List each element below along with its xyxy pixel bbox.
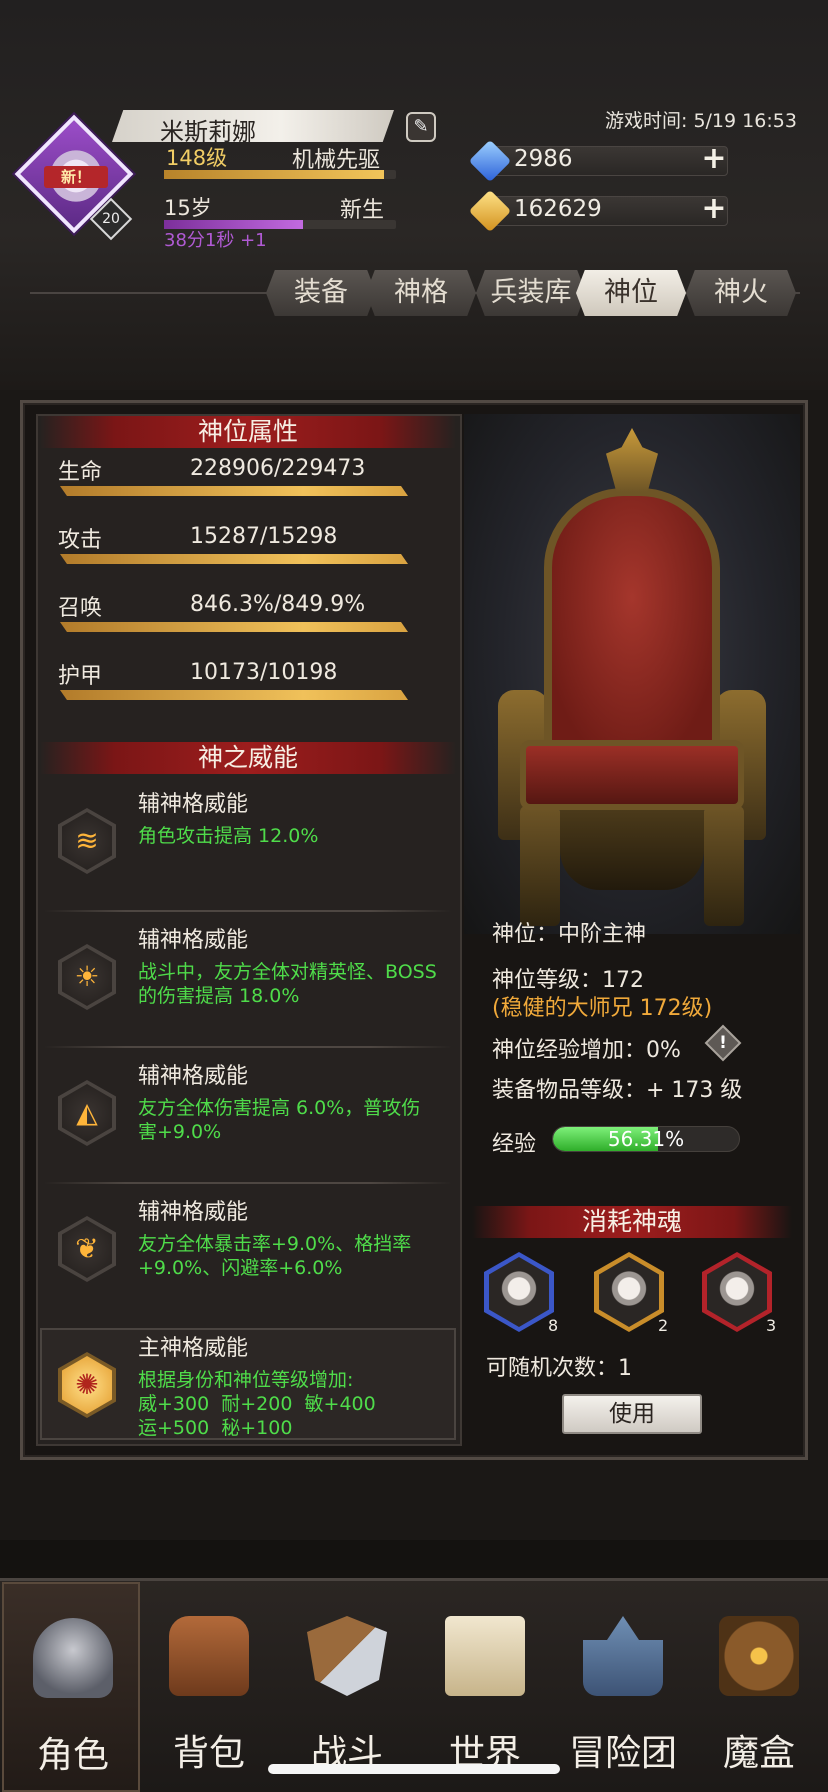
helmet-icon xyxy=(33,1618,113,1698)
main-power-line-2: 威+300 耐+200 敏+400 xyxy=(138,1393,376,1415)
stat-value-armor: 10173/10198 xyxy=(190,660,338,685)
add-gold-button[interactable]: + xyxy=(700,194,728,224)
nav-magic-box[interactable]: 魔盒 xyxy=(690,1582,828,1792)
edit-name-button[interactable]: ✎ xyxy=(406,112,436,142)
divine-rank: 神位：中阶主神 xyxy=(492,922,647,947)
power-1-title: 辅神格威能 xyxy=(138,792,249,817)
home-indicator[interactable] xyxy=(268,1764,560,1774)
stat-bar-hp xyxy=(60,486,408,496)
soul-flame-icon xyxy=(489,1257,549,1327)
soul-count-red: 3 xyxy=(766,1316,777,1335)
stat-bar-armor xyxy=(60,690,408,700)
flower-emblem-icon: ✺ xyxy=(62,1356,112,1414)
tab-divine-fire[interactable]: 神火 xyxy=(686,270,796,316)
add-diamond-button[interactable]: + xyxy=(700,144,728,174)
stat-bar-summon xyxy=(60,622,408,632)
sun-icon: ☀ xyxy=(62,948,112,1006)
attribute-panel xyxy=(36,414,462,1446)
nav-top-strip xyxy=(0,1540,828,1580)
soul-count-blue: 8 xyxy=(548,1316,559,1335)
exp-percent: 56.31% xyxy=(607,1127,685,1151)
tab-godhood[interactable]: 神格 xyxy=(366,270,476,316)
wing-icon: ❦ xyxy=(62,1220,112,1278)
tab-divine-position[interactable]: 神位 xyxy=(576,270,686,316)
warning-icon: ! xyxy=(719,1033,727,1053)
powers-header: 神之威能 xyxy=(40,742,456,774)
reroll-count: 可随机次数：1 xyxy=(486,1356,632,1381)
stat-label-hp: 生命 xyxy=(58,460,103,485)
divider xyxy=(44,1182,452,1184)
diamond-amount: 2986 xyxy=(514,146,573,172)
equip-item-level: 装备物品等级：+ 173 级 xyxy=(492,1078,743,1103)
exp-label: 经验 xyxy=(492,1132,537,1157)
nav-world[interactable]: 世界 xyxy=(416,1582,554,1792)
lightning-icon: ≋ xyxy=(62,812,112,870)
divider xyxy=(44,910,452,912)
nav-label-character: 角色 xyxy=(36,1735,109,1776)
magic-box-icon xyxy=(719,1616,799,1696)
main-power-line-1: 根据身份和神位等级增加: xyxy=(138,1369,354,1391)
throne-base xyxy=(560,810,704,890)
new-badge: 新！ xyxy=(44,166,108,188)
tab-equipment[interactable]: 装备 xyxy=(266,270,376,316)
nav-label-adventure-team: 冒险团 xyxy=(568,1733,677,1774)
game-time: 游戏时间: 5/19 16:53 xyxy=(605,110,797,132)
main-power-line-3: 运+500 秘+100 xyxy=(138,1417,293,1439)
power-4-desc: 友方全体暴击率+9.0%、格挡率+9.0%、闪避率+6.0% xyxy=(138,1233,412,1279)
level-progress-bar xyxy=(164,170,396,179)
stat-label-attack: 攻击 xyxy=(58,528,103,553)
use-button[interactable]: 使用 xyxy=(562,1394,702,1434)
nav-label-magic-box: 魔盒 xyxy=(722,1733,795,1774)
gold-amount: 162629 xyxy=(514,196,602,222)
edit-icon: ✎ xyxy=(413,116,429,137)
stat-label-armor: 护甲 xyxy=(58,664,103,689)
scroll-map-icon xyxy=(445,1616,525,1696)
nav-character[interactable]: 角色 xyxy=(2,1582,140,1792)
stat-label-summon: 召唤 xyxy=(58,596,103,621)
attributes-header: 神位属性 xyxy=(40,416,456,448)
tab-armory[interactable]: 兵装库 xyxy=(476,270,586,316)
power-3-title: 辅神格威能 xyxy=(138,1064,249,1089)
power-4-title: 辅神格威能 xyxy=(138,1200,249,1225)
throne-leg xyxy=(520,806,560,926)
power-1-desc: 角色攻击提高 12.0% xyxy=(138,825,319,847)
throne-leg xyxy=(704,806,744,926)
castle-icon xyxy=(583,1616,663,1696)
level-progress-fill xyxy=(164,170,385,179)
power-2-desc: 战斗中，友方全体对精英怪、BOSS的伤害提高 18.0% xyxy=(138,961,437,1007)
power-3-desc: 友方全体伤害提高 6.0%，普攻伤害+9.0% xyxy=(138,1097,421,1143)
soul-flame-icon xyxy=(599,1257,659,1327)
growth-timer: 38分1秒 +1 xyxy=(164,230,267,251)
souls-header: 消耗神魂 xyxy=(472,1206,792,1238)
divider xyxy=(44,1046,452,1048)
mentor-info: (稳健的大师兄 172级) xyxy=(492,996,713,1021)
nav-battle[interactable]: 战斗 xyxy=(278,1582,416,1792)
stat-value-hp: 228906/229473 xyxy=(190,456,366,481)
stat-bar-attack xyxy=(60,554,408,564)
player-age: 15岁 xyxy=(164,196,212,220)
avatar-level: 20 xyxy=(102,211,120,227)
player-level: 148级 xyxy=(166,146,228,170)
stat-value-summon: 846.3%/849.9% xyxy=(190,592,366,617)
exp-bonus: 神位经验增加：0% xyxy=(492,1038,681,1063)
soul-count-gold: 2 xyxy=(658,1316,669,1335)
main-power-title: 主神格威能 xyxy=(138,1336,249,1361)
soul-flame-icon xyxy=(707,1257,767,1327)
nav-backpack[interactable]: 背包 xyxy=(140,1582,278,1792)
nav-label-backpack: 背包 xyxy=(172,1733,245,1774)
throne-backrest xyxy=(544,488,720,758)
throne-seat xyxy=(520,740,744,810)
stat-value-attack: 15287/15298 xyxy=(190,524,338,549)
power-2-title: 辅神格威能 xyxy=(138,928,249,953)
rune-icon: ◭ xyxy=(62,1084,112,1142)
backpack-icon xyxy=(169,1616,249,1696)
sword-shield-icon xyxy=(307,1616,387,1696)
nav-adventure-team[interactable]: 冒险团 xyxy=(554,1582,692,1792)
